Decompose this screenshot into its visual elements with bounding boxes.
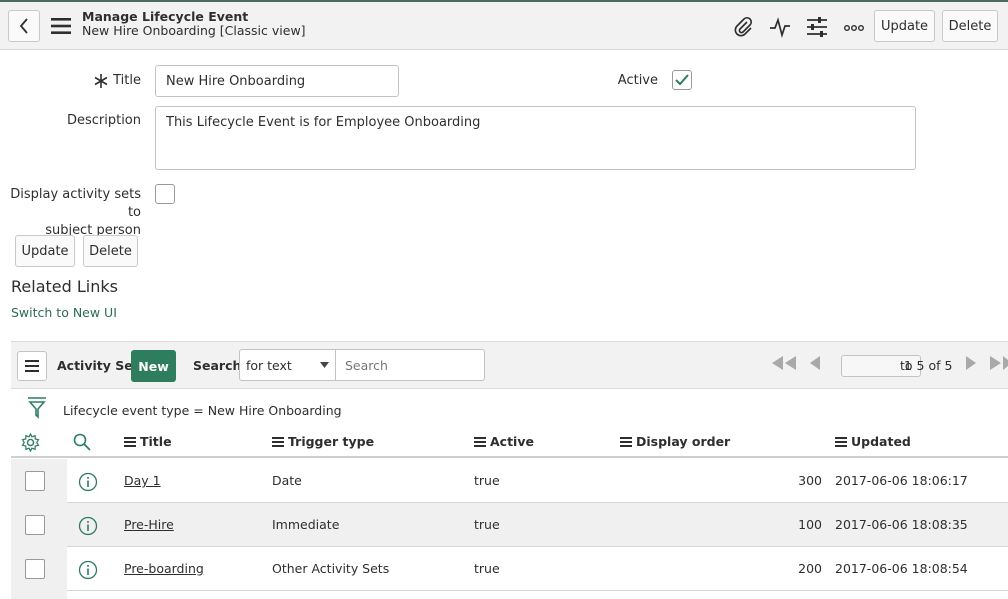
column-display-order[interactable]: Display order: [620, 434, 730, 449]
form-update-button[interactable]: Update: [15, 235, 75, 267]
header-subtitle: New Hire Onboarding [Classic view]: [82, 23, 306, 38]
dropdown-arrow-icon: [320, 362, 329, 368]
filter-icon[interactable]: [27, 397, 47, 419]
row-title-link[interactable]: Pre-Hire: [124, 517, 174, 532]
first-page-icon[interactable]: [771, 356, 797, 374]
form-header: Manage Lifecycle Event New Hire Onboardi…: [0, 2, 1008, 50]
filter-condition: Lifecycle event type = New Hire Onboardi…: [63, 403, 342, 418]
activity-pulse-icon[interactable]: [767, 14, 793, 40]
row-title-link[interactable]: Pre-boarding: [124, 561, 204, 576]
info-icon[interactable]: [78, 516, 98, 536]
column-menu-icon: [124, 436, 136, 447]
table-row-partial: [11, 590, 1008, 599]
list-toolbar: Activity Sets New Search for text Search…: [11, 341, 1008, 389]
row-trigger-type: Immediate: [272, 517, 340, 532]
row-active: true: [474, 473, 500, 488]
row-display-order: 200: [798, 561, 822, 576]
more-options-icon[interactable]: [841, 14, 867, 40]
header-update-button[interactable]: Update: [874, 10, 935, 42]
row-checkbox[interactable]: [25, 471, 45, 491]
previous-page-icon[interactable]: [809, 356, 821, 374]
description-textarea[interactable]: This Lifecycle Event is for Employee Onb…: [155, 106, 916, 170]
description-label: Description: [66, 113, 141, 128]
related-links-title: Related Links: [11, 277, 118, 296]
display-activity-checkbox[interactable]: [155, 184, 175, 204]
row-display-order: 100: [798, 517, 822, 532]
row-active: true: [474, 517, 500, 532]
list-column-header: Title Trigger type Active Display order …: [11, 428, 1008, 458]
display-activity-label: Display activity sets to subject person: [0, 186, 141, 240]
column-menu-icon: [835, 436, 847, 447]
row-active: true: [474, 561, 500, 576]
search-input[interactable]: Search: [335, 349, 485, 381]
header-title-block: Manage Lifecycle Event New Hire Onboardi…: [82, 10, 306, 38]
display-label-line1: Display activity sets to: [10, 187, 141, 220]
hamburger-menu-icon[interactable]: [50, 15, 72, 37]
title-input[interactable]: New Hire Onboarding: [155, 65, 399, 97]
column-trigger-type[interactable]: Trigger type: [272, 434, 374, 449]
row-display-order: 300: [798, 473, 822, 488]
form-delete-button[interactable]: Delete: [83, 235, 138, 267]
attachment-icon[interactable]: [730, 14, 756, 40]
table-row: Pre-boarding Other Activity Sets true 20…: [11, 547, 1008, 591]
new-button[interactable]: New: [131, 350, 176, 382]
row-updated: 2017-06-06 18:08:35: [835, 517, 968, 532]
column-menu-icon: [474, 436, 486, 447]
row-trigger-type: Other Activity Sets: [272, 561, 390, 576]
active-checkbox[interactable]: [672, 70, 692, 90]
search-field-select[interactable]: for text: [239, 349, 336, 381]
header-title: Manage Lifecycle Event: [82, 9, 249, 24]
next-page-icon[interactable]: [965, 356, 977, 374]
table-row: Day 1 Date true 300 2017-06-06 18:06:17: [11, 459, 1008, 503]
chevron-left-icon: [19, 18, 28, 34]
info-icon[interactable]: [78, 472, 98, 492]
info-icon[interactable]: [78, 560, 98, 580]
column-active[interactable]: Active: [474, 434, 534, 449]
row-title-link[interactable]: Day 1: [124, 473, 161, 488]
hamburger-icon: [25, 360, 39, 372]
settings-sliders-icon[interactable]: [804, 14, 830, 40]
list-menu-button[interactable]: [17, 351, 47, 381]
row-checkbox[interactable]: [25, 515, 45, 535]
row-checkbox[interactable]: [25, 559, 45, 579]
header-delete-button[interactable]: Delete: [942, 10, 998, 42]
search-field-value: for text: [246, 357, 292, 373]
title-label: Title: [113, 73, 141, 88]
table-row: Pre-Hire Immediate true 100 2017-06-06 1…: [11, 503, 1008, 547]
row-updated: 2017-06-06 18:08:54: [835, 561, 968, 576]
page-range-text: to 5 of 5: [900, 358, 953, 373]
filter-breadcrumb: Lifecycle event type = New Hire Onboardi…: [11, 394, 1008, 426]
row-trigger-type: Date: [272, 473, 302, 488]
column-updated[interactable]: Updated: [835, 434, 911, 449]
search-icon[interactable]: [73, 433, 91, 451]
column-menu-icon: [272, 436, 284, 447]
row-select-cell: [11, 590, 67, 599]
column-title[interactable]: Title: [124, 434, 172, 449]
column-menu-icon: [620, 436, 632, 447]
checkmark-icon: [675, 74, 689, 86]
search-label: Search: [193, 358, 242, 373]
last-page-icon[interactable]: [989, 356, 1008, 374]
active-label: Active: [617, 73, 658, 88]
switch-to-new-ui-link[interactable]: Switch to New UI: [11, 305, 117, 320]
back-button[interactable]: [8, 10, 40, 42]
row-updated: 2017-06-06 18:06:17: [835, 473, 968, 488]
gear-icon[interactable]: [21, 433, 40, 452]
